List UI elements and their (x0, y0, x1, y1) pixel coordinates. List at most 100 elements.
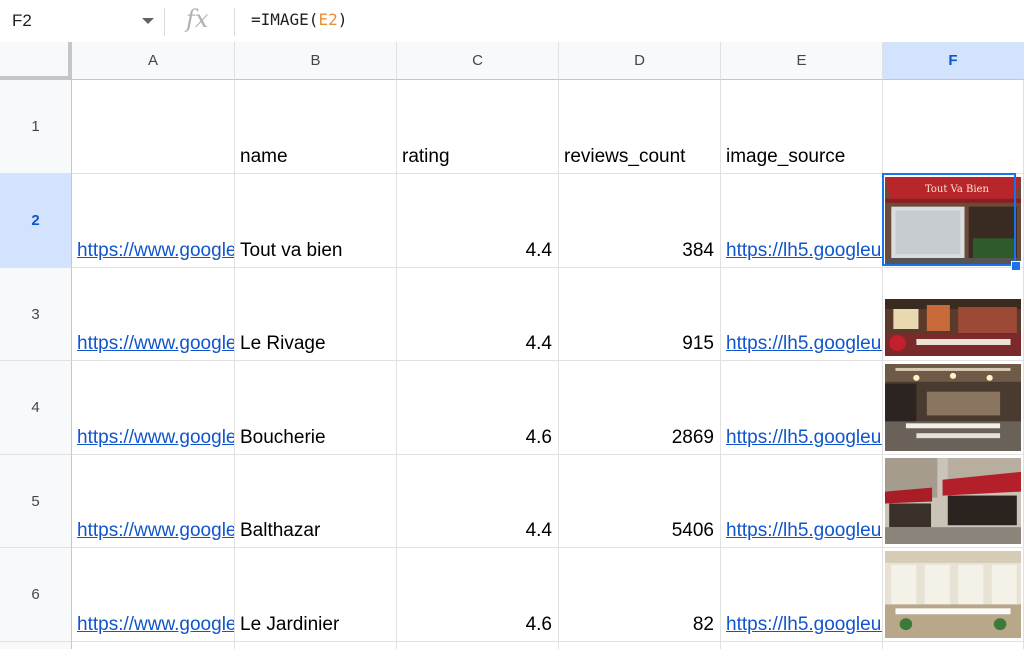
cell-f7[interactable] (883, 642, 1024, 649)
cell-a1[interactable] (72, 80, 235, 174)
cell-a5[interactable]: https://www.google.com/maps (72, 455, 235, 548)
cell-d5[interactable]: 5406 (559, 455, 721, 548)
cell-c6[interactable]: 4.6 (397, 548, 559, 642)
restaurant-thumbnail (885, 364, 1021, 451)
maps-link[interactable]: https://www.google.com/maps (77, 333, 234, 355)
row-header-2[interactable]: 2 (0, 174, 72, 268)
cell-e6[interactable]: https://lh5.googleusercontent.com (721, 548, 883, 642)
cell-d6[interactable]: 82 (559, 548, 721, 642)
row-header-7[interactable] (0, 642, 72, 649)
cell-d4[interactable]: 2869 (559, 361, 721, 455)
reviews-count-value: 82 (692, 614, 714, 635)
rating-value: 4.4 (525, 520, 552, 541)
row-header-4[interactable]: 4 (0, 361, 72, 455)
row-header-1[interactable]: 1 (0, 80, 72, 174)
column-header-e[interactable]: E (721, 42, 883, 80)
column-header-b[interactable]: B (235, 42, 397, 80)
restaurant-name: Boucherie (240, 427, 326, 448)
cell-c1[interactable]: rating (397, 80, 559, 174)
row-header-6[interactable]: 6 (0, 548, 72, 642)
cell-d7[interactable] (559, 642, 721, 649)
cell-c2[interactable]: 4.4 (397, 174, 559, 268)
cell-a3[interactable]: https://www.google.com/maps (72, 268, 235, 361)
header-name: name (240, 146, 288, 167)
reviews-count-value: 2869 (671, 427, 714, 448)
cell-b3[interactable]: Le Rivage (235, 268, 397, 361)
cell-e3[interactable]: https://lh5.googleusercontent.com (721, 268, 883, 361)
column-header-d[interactable]: D (559, 42, 721, 80)
divider (234, 8, 235, 36)
cell-e2[interactable]: https://lh5.googleusercontent.com (721, 174, 883, 268)
cell-e4[interactable]: https://lh5.googleusercontent.com (721, 361, 883, 455)
formula-suffix: ) (337, 10, 348, 29)
awning-sign-text: Tout Va Bien (925, 184, 989, 195)
restaurant-name: Tout va bien (240, 240, 343, 261)
restaurant-thumbnail (885, 299, 1021, 356)
cell-c3[interactable]: 4.4 (397, 268, 559, 361)
cell-b2[interactable]: Tout va bien (235, 174, 397, 268)
cell-e1[interactable]: image_source (721, 80, 883, 174)
cell-d3[interactable]: 915 (559, 268, 721, 361)
cell-c7[interactable] (397, 642, 559, 649)
cell-d2[interactable]: 384 (559, 174, 721, 268)
cell-a4[interactable]: https://www.google.com/maps (72, 361, 235, 455)
cell-f2[interactable]: Tout Va Bien (883, 174, 1024, 268)
divider (164, 8, 165, 36)
column-header-a[interactable]: A (72, 42, 235, 80)
fill-handle[interactable] (1011, 261, 1021, 271)
select-all-corner[interactable] (0, 42, 72, 80)
fx-icon: fx (186, 5, 209, 33)
cell-d1[interactable]: reviews_count (559, 80, 721, 174)
cell-c4[interactable]: 4.6 (397, 361, 559, 455)
cell-f1[interactable] (883, 80, 1024, 174)
column-header-f[interactable]: F (883, 42, 1024, 80)
reviews-count-value: 384 (682, 240, 714, 261)
name-box[interactable]: F2 (0, 0, 164, 42)
maps-link[interactable]: https://www.google.com/maps (77, 614, 234, 636)
restaurant-name: Le Rivage (240, 333, 326, 354)
header-reviews-count: reviews_count (564, 146, 686, 167)
restaurant-thumbnail (885, 551, 1021, 638)
cell-e7[interactable] (721, 642, 883, 649)
formula-prefix: =IMAGE( (251, 10, 319, 29)
rating-value: 4.4 (525, 333, 552, 354)
cell-f4[interactable] (883, 361, 1024, 455)
cell-a7[interactable] (72, 642, 235, 649)
restaurant-thumbnail (885, 458, 1021, 544)
image-source-link[interactable]: https://lh5.googleusercontent.com (726, 333, 882, 355)
reviews-count-value: 915 (682, 333, 714, 354)
cell-f3[interactable] (883, 268, 1024, 361)
formula-input[interactable]: =IMAGE(E2) (251, 10, 347, 29)
image-source-link[interactable]: https://lh5.googleusercontent.com (726, 614, 882, 636)
name-box-value: F2 (12, 11, 32, 30)
maps-link[interactable]: https://www.google.com/maps (77, 240, 234, 262)
reviews-count-value: 5406 (671, 520, 714, 541)
restaurant-thumbnail: Tout Va Bien (885, 177, 1021, 264)
image-source-link[interactable]: https://lh5.googleusercontent.com (726, 240, 882, 262)
chevron-down-icon[interactable] (142, 18, 154, 24)
cell-a2[interactable]: https://www.google.com/maps (72, 174, 235, 268)
row-header-3[interactable]: 3 (0, 268, 72, 361)
cell-f6[interactable] (883, 548, 1024, 642)
maps-link[interactable]: https://www.google.com/maps (77, 520, 234, 542)
cell-e5[interactable]: https://lh5.googleusercontent.com (721, 455, 883, 548)
cell-b7[interactable] (235, 642, 397, 649)
column-header-c[interactable]: C (397, 42, 559, 80)
image-source-link[interactable]: https://lh5.googleusercontent.com (726, 520, 882, 542)
row-header-5[interactable]: 5 (0, 455, 72, 548)
formula-cell-reference: E2 (318, 10, 338, 29)
cell-b5[interactable]: Balthazar (235, 455, 397, 548)
cell-b4[interactable]: Boucherie (235, 361, 397, 455)
cell-b1[interactable]: name (235, 80, 397, 174)
maps-link[interactable]: https://www.google.com/maps (77, 427, 234, 449)
image-source-link[interactable]: https://lh5.googleusercontent.com (726, 427, 882, 449)
rating-value: 4.6 (525, 614, 552, 635)
header-rating: rating (402, 146, 450, 167)
cell-a6[interactable]: https://www.google.com/maps (72, 548, 235, 642)
header-image-source: image_source (726, 146, 846, 167)
cell-f5[interactable] (883, 455, 1024, 548)
rating-value: 4.4 (525, 240, 552, 261)
cell-c5[interactable]: 4.4 (397, 455, 559, 548)
rating-value: 4.6 (525, 427, 552, 448)
cell-b6[interactable]: Le Jardinier (235, 548, 397, 642)
